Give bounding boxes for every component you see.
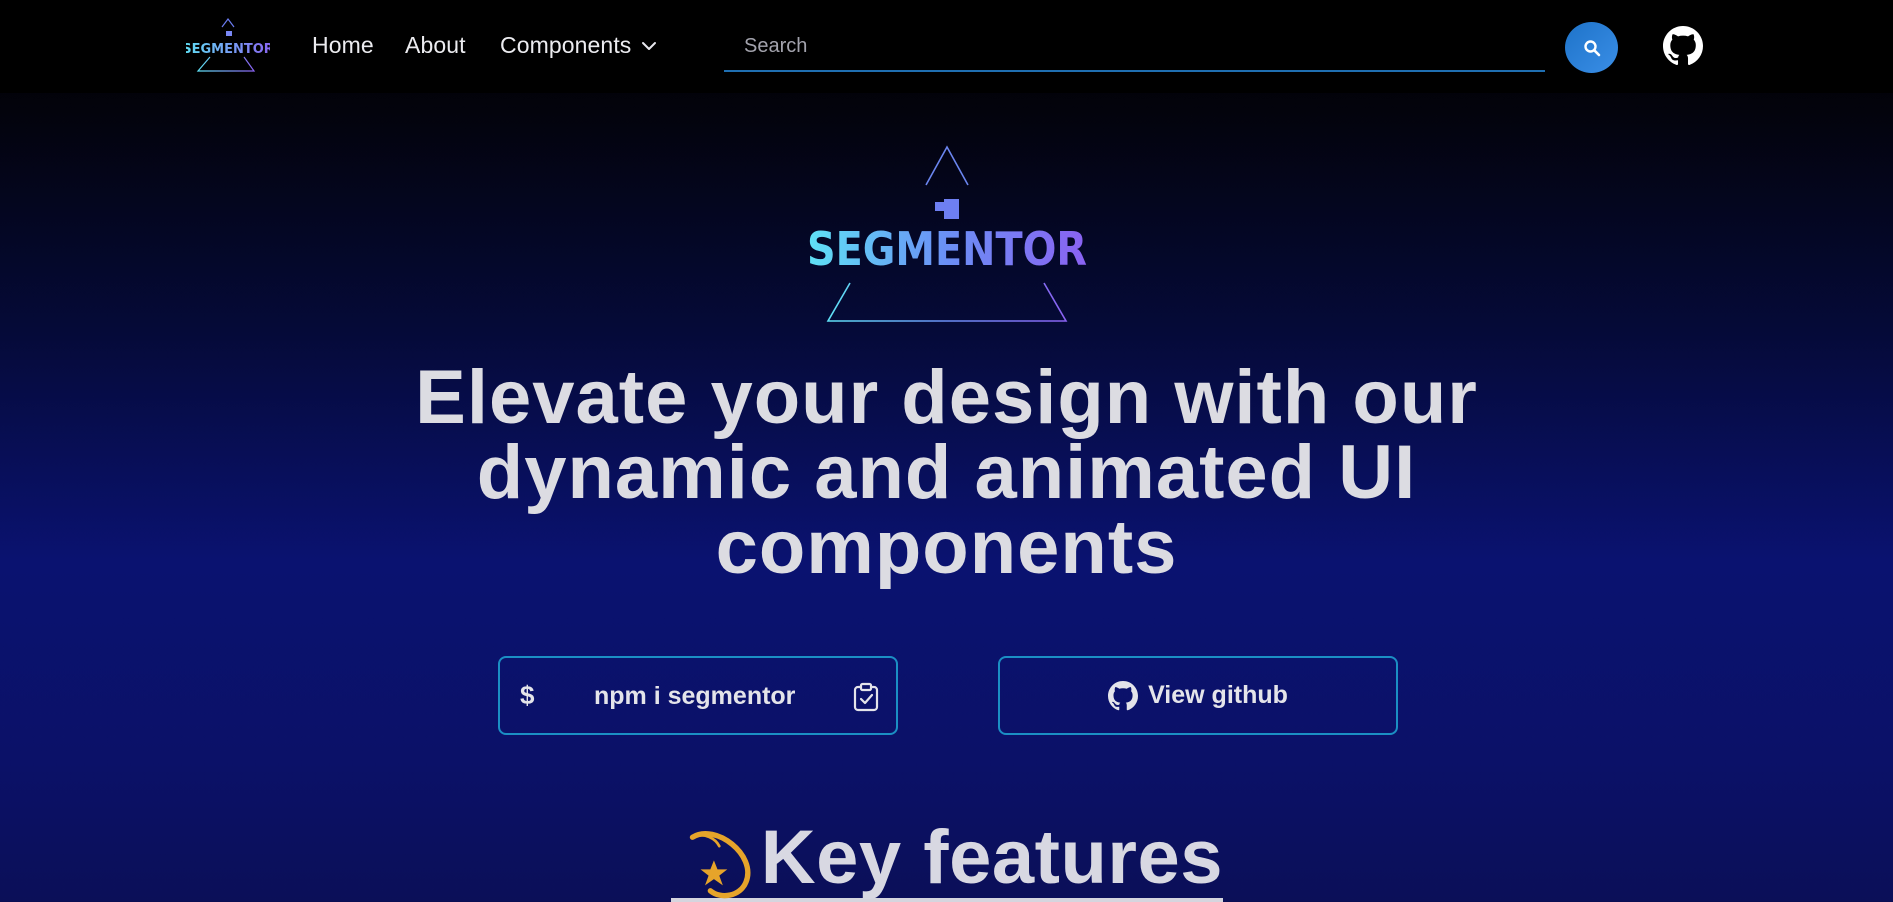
chevron-down-icon <box>642 41 657 50</box>
github-icon <box>1108 680 1139 710</box>
clipboard-check-icon[interactable] <box>852 682 880 712</box>
nav-components-dropdown[interactable]: Components <box>500 32 657 59</box>
nav-link-about[interactable]: About <box>405 32 466 59</box>
top-navbar: SEGMENTOR Home About Components <box>0 0 1893 93</box>
view-github-button[interactable]: View github <box>998 656 1398 735</box>
key-features-label: Key features <box>760 815 1223 900</box>
search-icon <box>1583 39 1600 56</box>
hero-headline: Elevate your design with our dynamic and… <box>415 355 1478 590</box>
hero-segmentor-logo: SEGMENTOR <box>807 145 1087 322</box>
view-github-label: View github <box>1148 681 1288 709</box>
segmentor-logo[interactable]: SEGMENTOR <box>186 18 270 74</box>
nav-components-label: Components <box>500 32 632 58</box>
nav-link-home[interactable]: Home <box>312 32 374 59</box>
install-command: npm i segmentor <box>594 682 796 710</box>
search-bar <box>724 22 1545 72</box>
install-command-box[interactable]: $ npm i segmentor <box>498 656 898 735</box>
shooting-star-icon <box>689 831 751 899</box>
github-icon[interactable] <box>1663 26 1703 66</box>
svg-text:SEGMENTOR: SEGMENTOR <box>186 42 270 57</box>
search-input[interactable] <box>724 22 1545 70</box>
svg-text:SEGMENTOR: SEGMENTOR <box>807 222 1087 276</box>
search-button[interactable] <box>1565 22 1618 73</box>
shell-prompt: $ <box>520 680 535 710</box>
key-features-heading[interactable]: Key features <box>671 792 1223 902</box>
